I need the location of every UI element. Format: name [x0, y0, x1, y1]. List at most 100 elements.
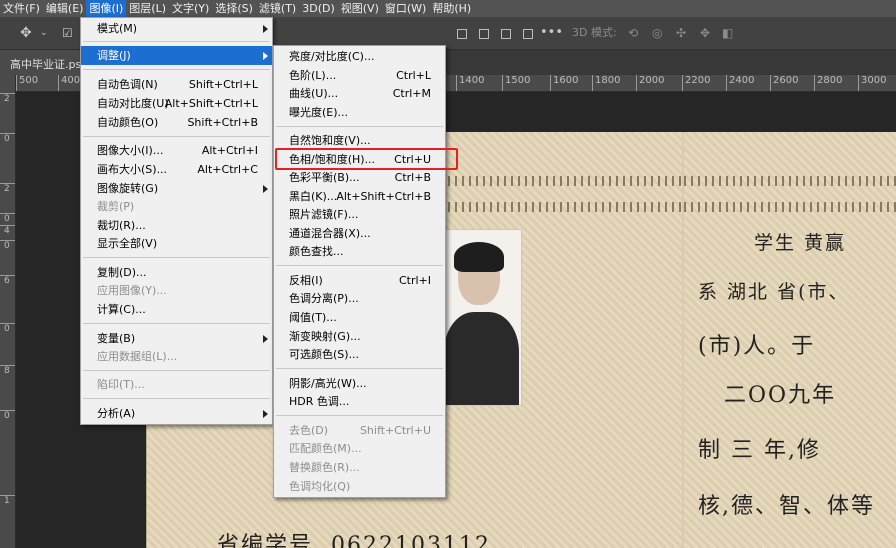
menu-item-invert[interactable]: 反相(I) Ctrl+I: [274, 271, 445, 290]
menu-item-black-white[interactable]: 黑白(K)... Alt+Shift+Ctrl+B: [274, 187, 445, 206]
chevron-down-icon[interactable]: ⌄: [40, 25, 48, 41]
vertical-ruler: 2 0 2 0 4 0 6 0 8 0 1: [0, 75, 16, 548]
ruler-tick: 1: [0, 495, 15, 506]
ruler-tick: 1500: [502, 75, 530, 91]
more-options-icon[interactable]: •••: [540, 25, 563, 41]
ruler-tick: 500: [16, 75, 38, 91]
menu-item-brightness-contrast[interactable]: 亮度/对比度(C)...: [274, 47, 445, 66]
certificate-serial: 省编学号. 0622103112: [217, 533, 491, 548]
submenu-arrow-icon: [263, 52, 268, 60]
menu-item-shadows-highlights[interactable]: 阴影/高光(W)...: [274, 374, 445, 393]
menu-item-variables[interactable]: 变量(B): [81, 329, 272, 348]
move-tool-icon[interactable]: ✥: [20, 25, 32, 41]
menu-item-levels[interactable]: 色阶(L)... Ctrl+L: [274, 66, 445, 85]
menu-item-canvas-size[interactable]: 画布大小(S)... Alt+Ctrl+C: [81, 160, 272, 179]
3d-rotate-icon[interactable]: ⟲: [628, 25, 638, 41]
student-photo: [437, 229, 522, 406]
3d-pan-icon[interactable]: ✣: [676, 25, 686, 41]
menu-item-posterize[interactable]: 色调分离(P)...: [274, 289, 445, 308]
certificate-line: 学生 黄赢: [754, 232, 847, 254]
menu-item-color-lookup[interactable]: 颜色查找...: [274, 242, 445, 261]
menu-item-auto-contrast[interactable]: 自动对比度(U) Alt+Shift+Ctrl+L: [81, 94, 272, 113]
menu-help[interactable]: 帮助(H): [429, 0, 474, 17]
3d-roll-icon[interactable]: ◎: [652, 25, 662, 41]
certificate-line: (市)人。于: [698, 334, 816, 359]
ruler-tick: 2600: [770, 75, 798, 91]
menu-item-threshold[interactable]: 阈值(T)...: [274, 308, 445, 327]
certificate-line: 制 三 年,修: [698, 438, 821, 463]
ruler-tick: 2200: [682, 75, 710, 91]
certificate-line: 二OO九年: [724, 383, 837, 408]
ruler-tick: 3000: [858, 75, 886, 91]
menu-item-hdr-toning[interactable]: HDR 色调...: [274, 392, 445, 411]
ruler-tick: 400: [58, 75, 80, 91]
ruler-tick: 2000: [636, 75, 664, 91]
menu-item-adjustments[interactable]: 调整(J): [81, 46, 272, 65]
ruler-tick: 2800: [814, 75, 842, 91]
menu-item-equalize: 色调均化(Q): [289, 480, 351, 493]
submenu-arrow-icon: [263, 185, 268, 193]
menu-edit[interactable]: 编辑(E): [43, 0, 87, 17]
ruler-tick: 0: [0, 133, 15, 144]
3d-scale-icon[interactable]: ◧: [722, 25, 733, 41]
menu-item-analysis[interactable]: 分析(A): [81, 404, 272, 423]
align-middle-icon[interactable]: [477, 27, 489, 39]
menu-layer[interactable]: 图层(L): [126, 0, 169, 17]
menu-item-auto-tone[interactable]: 自动色调(N) Shift+Ctrl+L: [81, 75, 272, 94]
menu-item-duplicate[interactable]: 复制(D)...: [81, 263, 272, 282]
menu-image[interactable]: 图像(I): [86, 0, 127, 17]
ruler-tick: 1600: [550, 75, 578, 91]
ruler-tick: 2: [0, 93, 15, 104]
menu-item-photo-filter[interactable]: 照片滤镜(F)...: [274, 205, 445, 224]
menu-item-gradient-map[interactable]: 渐变映射(G)...: [274, 327, 445, 346]
certificate-line: 核,德、智、体等: [698, 494, 875, 519]
menu-window[interactable]: 窗口(W): [382, 0, 429, 17]
menu-bar: 文件(F) 编辑(E) 图像(I) 图层(L) 文字(Y) 选择(S) 滤镜(T…: [0, 0, 896, 17]
auto-select-checkbox[interactable]: ☑: [62, 25, 73, 41]
3d-mode-label: 3D 模式:: [572, 26, 617, 39]
menu-item-apply-data-set: 应用数据组(L)...: [97, 350, 178, 363]
ruler-tick: 0: [0, 213, 15, 224]
ruler-tick: 1800: [592, 75, 620, 91]
3d-slide-icon[interactable]: ✥: [700, 25, 710, 41]
adjustments-submenu: 亮度/对比度(C)... 色阶(L)... Ctrl+L 曲线(U)... Ctrl…: [273, 45, 446, 498]
menu-item-color-balance[interactable]: 色彩平衡(B)... Ctrl+B: [274, 168, 445, 187]
menu-select[interactable]: 选择(S): [212, 0, 256, 17]
highlight-annotation-box: [275, 148, 458, 170]
menu-item-image-size[interactable]: 图像大小(I)... Alt+Ctrl+I: [81, 141, 272, 160]
menu-item-calculations[interactable]: 计算(C)...: [81, 300, 272, 319]
ruler-tick: 0: [0, 410, 15, 421]
menu-item-selective-color[interactable]: 可选颜色(S)...: [274, 345, 445, 364]
menu-item-reveal-all[interactable]: 显示全部(V): [81, 234, 272, 253]
menu-item-match-color: 匹配颜色(M)...: [289, 442, 362, 455]
menu-item-image-rotation[interactable]: 图像旋转(G): [81, 179, 272, 198]
decorative-border: [684, 176, 896, 186]
document-tab[interactable]: 高中毕业证.psd: [0, 50, 82, 75]
ruler-tick: 0: [0, 323, 15, 334]
menu-item-auto-color[interactable]: 自动颜色(O) Shift+Ctrl+B: [81, 113, 272, 132]
certificate-line: 系 湖北 省(市、: [698, 281, 850, 303]
menu-item-channel-mixer[interactable]: 通道混合器(X)...: [274, 224, 445, 243]
align-bottom-icon[interactable]: [499, 27, 511, 39]
ruler-tick: 8: [0, 365, 15, 376]
menu-item-desaturate: 去色(D) Shift+Ctrl+U: [289, 424, 431, 437]
menu-file[interactable]: 文件(F): [0, 0, 43, 17]
distribute-icon[interactable]: [521, 27, 533, 39]
ruler-tick: 1400: [456, 75, 484, 91]
align-top-icon[interactable]: [455, 27, 467, 39]
menu-type[interactable]: 文字(Y): [169, 0, 212, 17]
ruler-tick: 4: [0, 225, 15, 236]
ruler-tick: 0: [0, 240, 15, 251]
menu-item-curves[interactable]: 曲线(U)... Ctrl+M: [274, 84, 445, 103]
menu-item-exposure[interactable]: 曝光度(E)...: [274, 103, 445, 122]
menu-3d[interactable]: 3D(D): [299, 0, 338, 17]
menu-item-mode[interactable]: 模式(M): [81, 19, 272, 38]
menu-item-replace-color: 替换颜色(R)...: [289, 461, 360, 474]
submenu-arrow-icon: [263, 335, 268, 343]
menu-filter[interactable]: 滤镜(T): [256, 0, 299, 17]
menu-view[interactable]: 视图(V): [338, 0, 382, 17]
menu-item-trim[interactable]: 裁切(R)...: [81, 216, 272, 235]
submenu-arrow-icon: [263, 410, 268, 418]
submenu-arrow-icon: [263, 25, 268, 33]
image-menu-dropdown: 模式(M) 调整(J) 自动色调(N) Shift+Ctrl+L 自动对比度(U)…: [80, 17, 273, 425]
